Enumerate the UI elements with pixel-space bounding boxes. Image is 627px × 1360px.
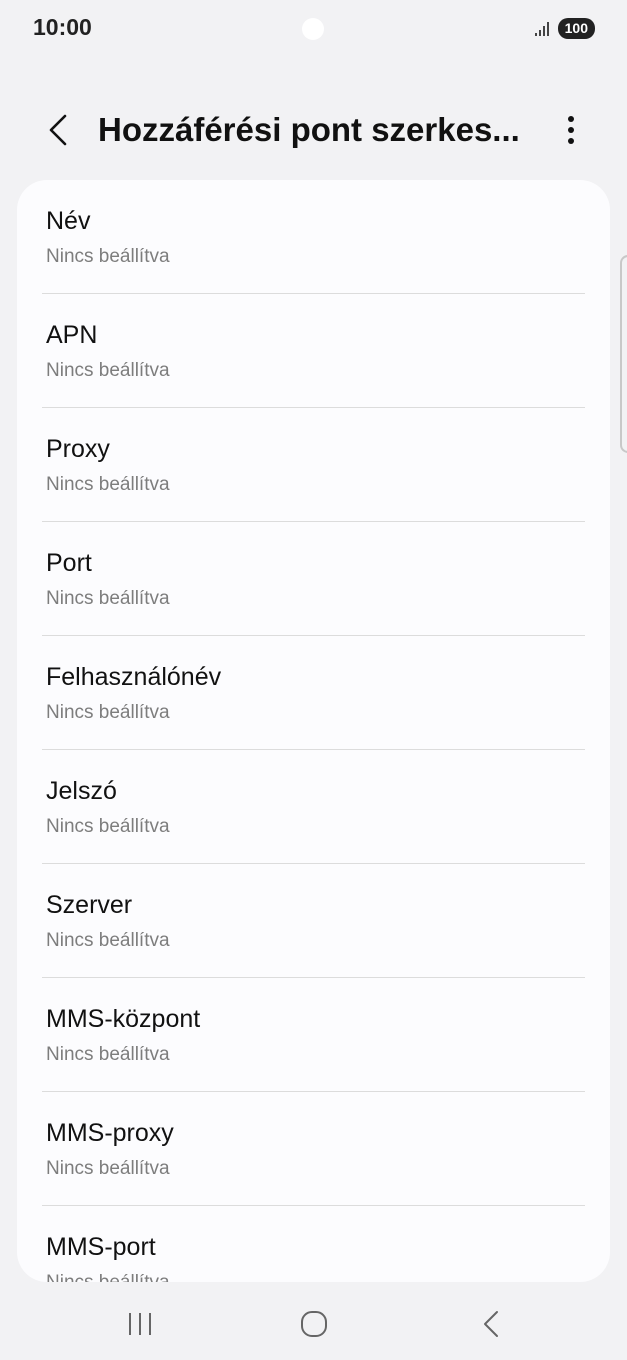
back-button[interactable] [38, 108, 78, 152]
item-title: Felhasználónév [46, 663, 222, 691]
home-button[interactable] [284, 1306, 344, 1342]
item-value: Nincs beállítva [46, 1044, 170, 1065]
page-title: Hozzáférési pont szerkes... [98, 111, 520, 148]
list-item-mmsc[interactable]: MMS-központ Nincs beállítva [17, 978, 610, 1092]
app-header: Hozzáférési pont szerkes... [0, 100, 627, 160]
list-item-server[interactable]: Szerver Nincs beállítva [17, 864, 610, 978]
item-value: Nincs beállítva [46, 930, 170, 951]
item-value: Nincs beállítva [46, 588, 170, 609]
more-vertical-icon [568, 116, 574, 144]
item-value: Nincs beállítva [46, 702, 170, 723]
item-value: Nincs beállítva [46, 816, 170, 837]
more-options-button[interactable] [559, 108, 583, 152]
status-bar: 10:00 100 [0, 0, 627, 60]
item-value: Nincs beállítva [46, 1158, 170, 1179]
item-value: Nincs beállítva [46, 474, 170, 495]
home-icon [301, 1311, 327, 1337]
item-value: Nincs beállítva [46, 1272, 170, 1282]
screen: 10:00 100 Hozzáférési pont szerkes... Né… [0, 0, 627, 1360]
camera-cutout [302, 18, 324, 40]
back-icon [484, 1311, 498, 1337]
recents-button[interactable] [110, 1306, 170, 1342]
status-time: 10:00 [33, 14, 92, 40]
item-title: Proxy [46, 435, 110, 463]
list-item-apn[interactable]: APN Nincs beállítva [17, 294, 610, 408]
status-icons: 100 [534, 18, 595, 39]
signal-icon [534, 21, 549, 36]
item-value: Nincs beállítva [46, 360, 170, 381]
chevron-left-icon [49, 114, 67, 146]
list-item-password[interactable]: Jelszó Nincs beállítva [17, 750, 610, 864]
list-item-port[interactable]: Port Nincs beállítva [17, 522, 610, 636]
item-title: MMS-központ [46, 1005, 201, 1033]
list-item-name[interactable]: Név Nincs beállítva [17, 180, 610, 294]
item-value: Nincs beállítva [46, 246, 170, 267]
list-item-mms-proxy[interactable]: MMS-proxy Nincs beállítva [17, 1092, 610, 1206]
list-item-username[interactable]: Felhasználónév Nincs beállítva [17, 636, 610, 750]
nav-back-button[interactable] [461, 1306, 521, 1342]
navigation-bar [0, 1292, 627, 1360]
item-title: MMS-proxy [46, 1119, 174, 1147]
item-title: Jelszó [46, 777, 117, 805]
item-title: Szerver [46, 891, 133, 919]
settings-list: Név Nincs beállítva APN Nincs beállítva … [17, 180, 610, 1282]
item-title: Port [46, 549, 92, 577]
battery-icon: 100 [557, 18, 595, 39]
list-item-proxy[interactable]: Proxy Nincs beállítva [17, 408, 610, 522]
item-title: MMS-port [46, 1233, 156, 1261]
list-item-mms-port[interactable]: MMS-port Nincs beállítva [17, 1206, 610, 1282]
scroll-indicator[interactable] [620, 255, 627, 453]
recents-icon [129, 1313, 151, 1335]
item-title: Név [46, 207, 91, 235]
item-title: APN [46, 321, 98, 349]
